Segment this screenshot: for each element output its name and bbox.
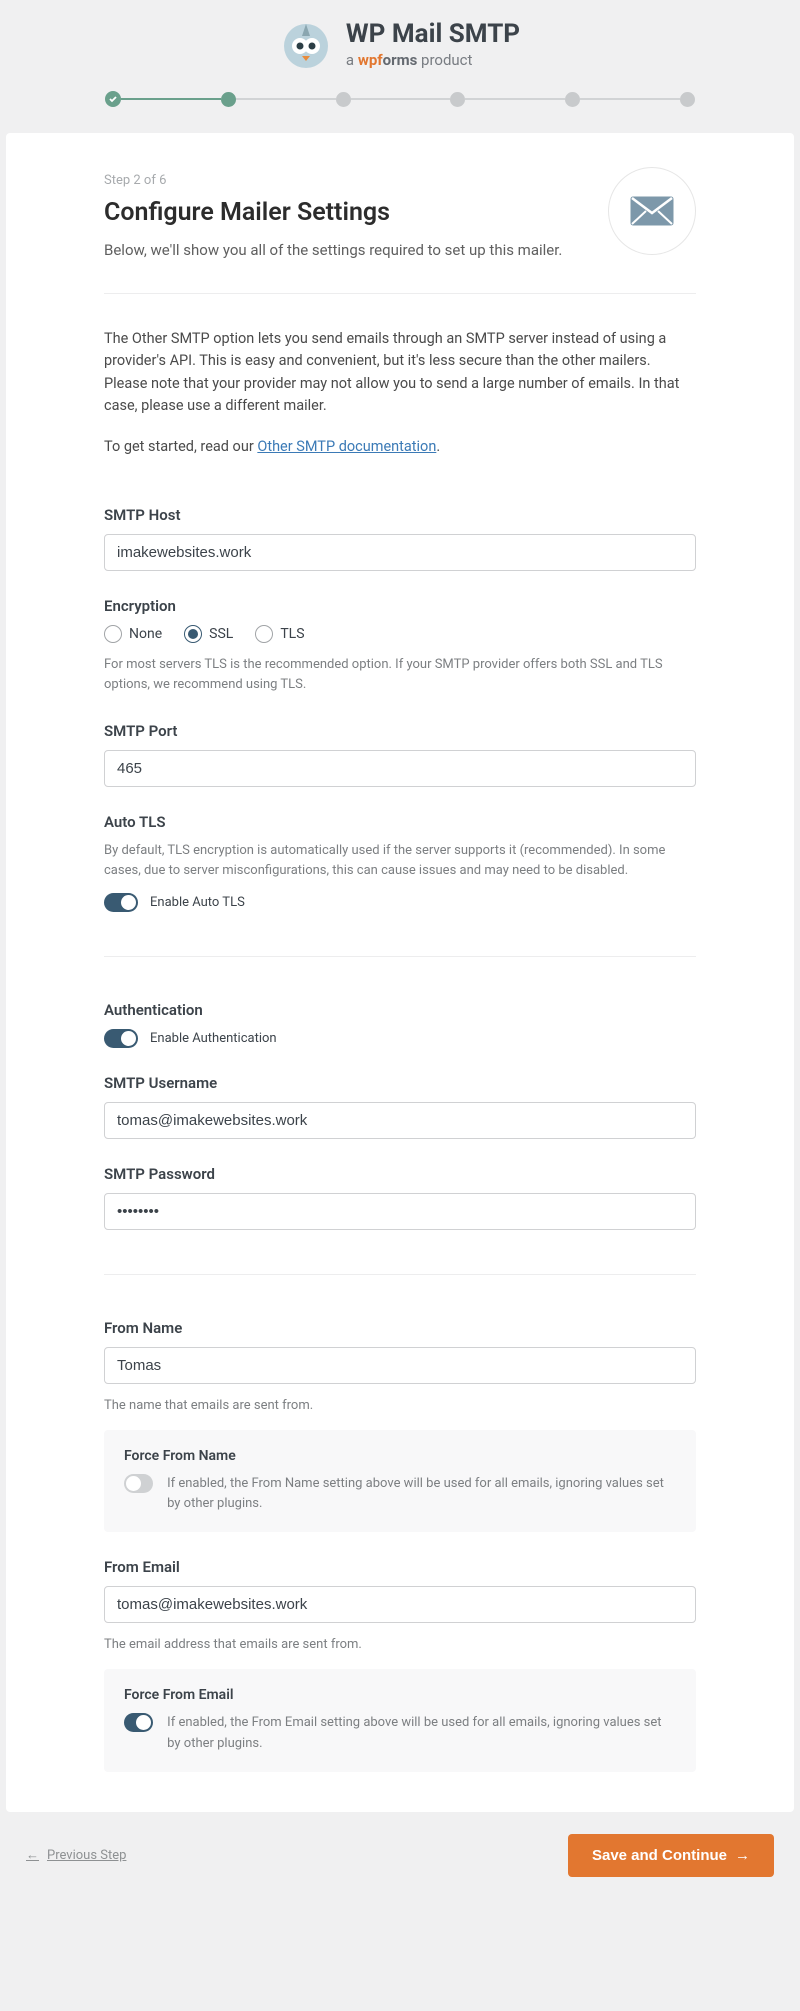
progress-line: [121, 98, 221, 100]
progress-stepper: [0, 85, 800, 133]
authentication-toggle[interactable]: [104, 1029, 138, 1048]
smtp-password-label: SMTP Password: [104, 1165, 696, 1183]
auto-tls-toggle[interactable]: [104, 893, 138, 912]
force-from-name-toggle[interactable]: [124, 1474, 153, 1493]
section-divider: [104, 1274, 696, 1275]
smtp-password-input[interactable]: [104, 1193, 696, 1230]
smtp-host-input[interactable]: [104, 534, 696, 571]
force-from-name-title: Force From Name: [124, 1448, 676, 1464]
smtp-host-label: SMTP Host: [104, 506, 696, 524]
auto-tls-toggle-label: Enable Auto TLS: [150, 895, 245, 910]
encryption-option-tls[interactable]: TLS: [255, 625, 304, 643]
progress-step-4: [450, 92, 465, 107]
encryption-label: Encryption: [104, 597, 696, 615]
previous-step-link[interactable]: ← Previous Step: [26, 1847, 126, 1863]
step-counter: Step 2 of 6: [104, 173, 562, 188]
authentication-toggle-label: Enable Authentication: [150, 1031, 277, 1046]
arrow-left-icon: ←: [26, 1847, 39, 1863]
force-from-email-toggle[interactable]: [124, 1713, 153, 1732]
logo-mascot-icon: [280, 18, 332, 70]
force-from-email-title: Force From Email: [124, 1687, 676, 1703]
smtp-username-input[interactable]: [104, 1102, 696, 1139]
save-and-continue-button[interactable]: Save and Continue →: [568, 1834, 774, 1877]
divider: [104, 293, 696, 294]
wizard-footer: ← Previous Step Save and Continue →: [6, 1834, 794, 1877]
force-from-name-box: Force From Name If enabled, the From Nam…: [104, 1430, 696, 1532]
arrow-right-icon: →: [735, 1847, 750, 1864]
from-name-help: The name that emails are sent from.: [104, 1396, 696, 1416]
radio-icon: [255, 625, 273, 643]
intro-text: The Other SMTP option lets you send emai…: [104, 328, 696, 458]
auto-tls-label: Auto TLS: [104, 813, 696, 831]
progress-line: [351, 98, 451, 100]
from-email-help: The email address that emails are sent f…: [104, 1635, 696, 1655]
progress-step-1: [105, 91, 121, 107]
smtp-port-label: SMTP Port: [104, 722, 696, 740]
smtp-port-input[interactable]: [104, 750, 696, 787]
radio-icon: [104, 625, 122, 643]
from-email-label: From Email: [104, 1558, 696, 1576]
force-from-email-desc: If enabled, the From Email setting above…: [167, 1713, 676, 1753]
progress-line: [580, 98, 680, 100]
progress-step-3: [336, 92, 351, 107]
auto-tls-help: By default, TLS encryption is automatica…: [104, 841, 696, 881]
smtp-username-label: SMTP Username: [104, 1074, 696, 1092]
authentication-label: Authentication: [104, 1001, 696, 1019]
main-card: Step 2 of 6 Configure Mailer Settings Be…: [6, 133, 794, 1812]
section-divider: [104, 956, 696, 957]
radio-icon: [184, 625, 202, 643]
encryption-option-ssl[interactable]: SSL: [184, 625, 233, 643]
progress-line: [465, 98, 565, 100]
from-name-label: From Name: [104, 1319, 696, 1337]
progress-step-6: [680, 92, 695, 107]
progress-step-5: [565, 92, 580, 107]
docs-link[interactable]: Other SMTP documentation: [257, 438, 436, 455]
force-from-name-desc: If enabled, the From Name setting above …: [167, 1474, 676, 1514]
mail-icon: [608, 167, 696, 255]
encryption-option-none[interactable]: None: [104, 625, 162, 643]
app-header: WP Mail SMTP a wpforms product: [0, 0, 800, 85]
page-title: Configure Mailer Settings: [104, 198, 562, 227]
progress-step-2: [221, 92, 236, 107]
encryption-help: For most servers TLS is the recommended …: [104, 655, 696, 695]
app-subtitle: a wpforms product: [346, 49, 520, 69]
progress-line: [236, 98, 336, 100]
from-name-input[interactable]: [104, 1347, 696, 1384]
app-title: WP Mail SMTP: [346, 19, 520, 49]
force-from-email-box: Force From Email If enabled, the From Em…: [104, 1669, 696, 1771]
page-subtitle: Below, we'll show you all of the setting…: [104, 241, 562, 259]
from-email-input[interactable]: [104, 1586, 696, 1623]
